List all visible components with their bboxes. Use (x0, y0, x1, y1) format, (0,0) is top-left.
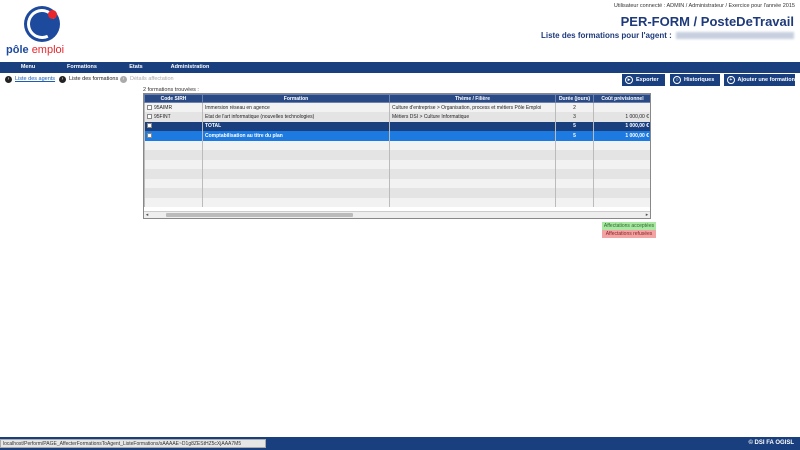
table-row[interactable]: 95FINT Etat de l'art informatique (nouve… (144, 112, 650, 122)
main-menu-bar: Menu Formations Etats Administration (0, 62, 800, 73)
arrow-right-icon: › (120, 76, 127, 83)
table-row-plan[interactable]: Comptabilisation au titre du plan 5 1 00… (144, 131, 650, 141)
table-header-row: Code SIRH Formation Thème / Filière Duré… (144, 94, 650, 103)
logo-text-emploi: emploi (31, 44, 65, 56)
page-subtitle: Liste des formations pour l'agent : (541, 31, 794, 40)
horizontal-scrollbar[interactable]: ◂ ▸ (144, 211, 650, 218)
app-title: PER-FORM / PosteDeTravail (620, 14, 794, 29)
app-window: pôle emploi Utilisateur connecté : ADMIN… (0, 0, 800, 450)
table-row[interactable]: 95AIMR Immersion réseau en agence Cultur… (144, 102, 650, 112)
legend-refused: Affectations refusées (602, 230, 656, 238)
menu-item-formations[interactable]: Formations (57, 62, 107, 73)
play-icon: ▸ (625, 76, 633, 84)
connected-user-info: Utilisateur connecté : ADMIN / Administr… (613, 3, 795, 9)
breadcrumb-liste-agents[interactable]: › Liste des agents (5, 75, 55, 84)
breadcrumb-liste-formations: › Liste des formations (59, 75, 118, 84)
logo-text-pole: pôle (6, 44, 29, 56)
search-icon: ○ (673, 76, 681, 84)
empty-row (144, 197, 650, 207)
historiques-button[interactable]: ○ Historiques (670, 74, 720, 86)
row-checkbox[interactable] (147, 113, 152, 119)
empty-row (144, 150, 650, 160)
plus-icon: + (727, 76, 735, 84)
row-checkbox[interactable] (147, 104, 152, 110)
empty-row (144, 169, 650, 179)
arrow-right-icon: › (59, 76, 66, 83)
table-row-total[interactable]: TOTAL 5 1 000,00 € (144, 121, 650, 131)
empty-row (144, 188, 650, 198)
export-button[interactable]: ▸ Exporter (622, 74, 665, 86)
pole-emploi-logo: pôle emploi (6, 4, 76, 58)
menu-item-administration[interactable]: Administration (165, 62, 215, 73)
scroll-right-icon[interactable]: ▸ (644, 212, 650, 218)
row-checkbox[interactable] (147, 132, 152, 138)
copyright: © DSI FA OGISL (748, 440, 794, 446)
column-header-formation[interactable]: Formation (202, 94, 390, 103)
formations-table: Code SIRH Formation Thème / Filière Duré… (143, 93, 651, 219)
empty-row (144, 159, 650, 169)
scroll-left-icon[interactable]: ◂ (144, 212, 150, 218)
page-subtitle-label: Liste des formations pour l'agent : (540, 31, 672, 40)
breadcrumb-details-affectation: › Détails affectation (120, 75, 174, 84)
browser-status-url: localhost/Perform/PAGE_AffecterFormation… (0, 439, 266, 448)
row-checkbox[interactable] (147, 123, 152, 129)
legend-accepted: Affectations acceptées (602, 222, 656, 230)
scrollbar-thumb[interactable] (166, 213, 353, 217)
add-formation-button[interactable]: + Ajouter une formation (724, 74, 795, 86)
arrow-right-icon: › (5, 76, 12, 83)
column-header-duree[interactable]: Durée (jours) (555, 94, 594, 103)
column-header-theme[interactable]: Thème / Filière (389, 94, 556, 103)
footer-bar: localhost/Perform/PAGE_AffecterFormation… (0, 437, 800, 450)
agent-name-redacted (676, 32, 794, 40)
column-header-code-sirh[interactable]: Code SIRH (144, 94, 203, 103)
empty-row (144, 140, 650, 150)
empty-row (144, 178, 650, 188)
column-header-cout[interactable]: Coût prévisionnel (593, 94, 650, 103)
menu-item-etats[interactable]: Etats (111, 62, 161, 73)
menu-item-menu[interactable]: Menu (3, 62, 53, 73)
